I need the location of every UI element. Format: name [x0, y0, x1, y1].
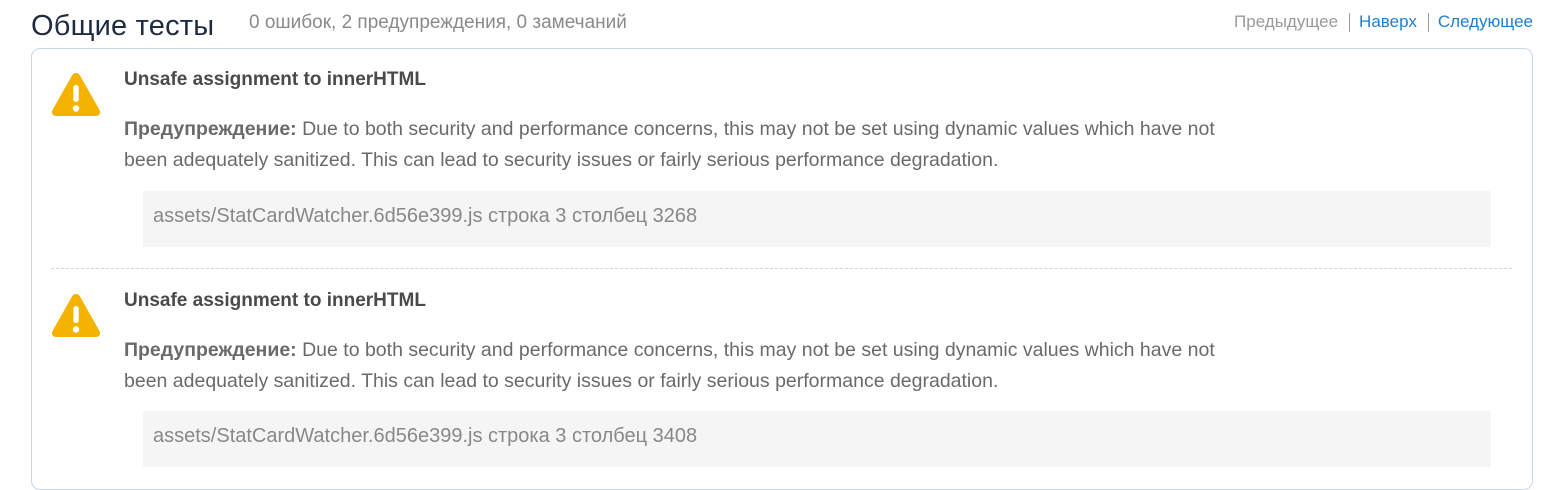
previous-link-disabled: Предыдущее — [1234, 12, 1339, 31]
warning-triangle-icon — [51, 73, 101, 116]
section-nav: Предыдущее Наверх Следующее — [1234, 12, 1533, 32]
issue-title: Unsafe assignment to innerHTML — [124, 69, 426, 90]
issue-location: assets/StatCardWatcher.6d56e399.js строк… — [143, 191, 1491, 247]
issue-divider — [51, 268, 1512, 269]
section-header: Общие тесты 0 ошибок, 2 предупреждения, … — [31, 0, 1533, 48]
next-link[interactable]: Следующее — [1438, 12, 1533, 32]
warning-triangle-icon — [51, 294, 101, 337]
issue-location: assets/StatCardWatcher.6d56e399.js строк… — [143, 411, 1491, 467]
section-summary: 0 ошибок, 2 предупреждения, 0 замечаний — [249, 12, 627, 33]
top-link[interactable]: Наверх — [1359, 12, 1417, 32]
issue-description: Предупреждение: Due to both security and… — [124, 114, 1224, 176]
section-title: Общие тесты — [31, 10, 215, 42]
issue-description: Предупреждение: Due to both security and… — [124, 335, 1224, 397]
severity-label: Предупреждение: — [124, 339, 297, 361]
severity-label: Предупреждение: — [124, 118, 297, 140]
nav-separator — [1427, 12, 1429, 32]
nav-separator — [1349, 12, 1351, 32]
issue-title: Unsafe assignment to innerHTML — [124, 290, 426, 311]
issues-panel: Unsafe assignment to innerHTML Предупреж… — [31, 48, 1533, 490]
